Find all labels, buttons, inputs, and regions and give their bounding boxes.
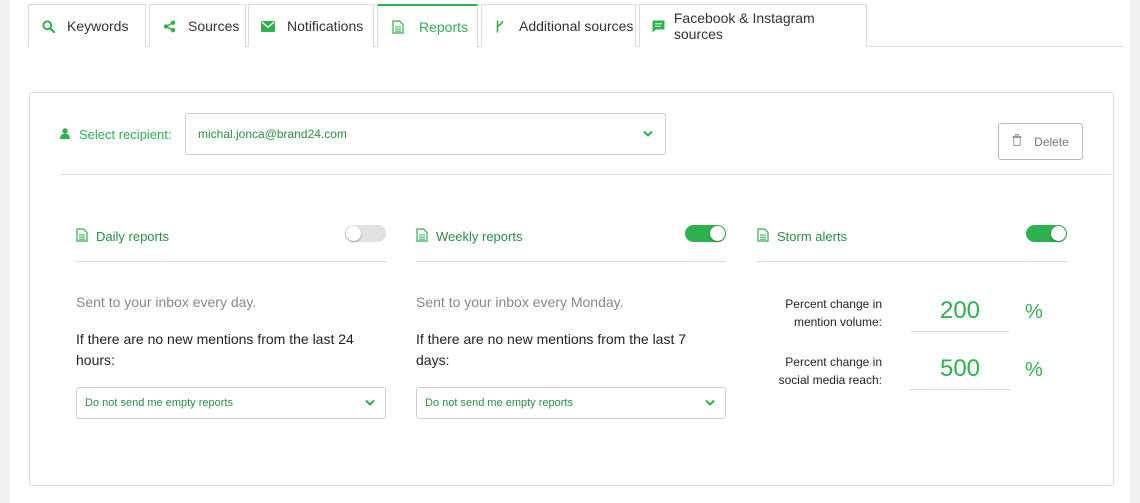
toggle-knob <box>710 226 725 241</box>
tab-sources[interactable]: Sources <box>149 4 246 47</box>
daily-reports-header: Daily reports <box>76 223 386 262</box>
mention-volume-row: Percent change in mention volume: 200 % <box>757 295 1067 339</box>
tab-additional-sources[interactable]: Additional sources <box>481 4 636 47</box>
toggle-knob <box>346 226 361 241</box>
weekly-condition: If there are no new mentions from the la… <box>416 331 687 368</box>
tab-reports[interactable]: Reports <box>377 4 478 48</box>
recipient-value: michal.jonca@brand24.com <box>198 127 347 141</box>
daily-description: Sent to your inbox every day. <box>76 294 257 310</box>
daily-reports-toggle[interactable] <box>345 225 386 242</box>
daily-condition: If there are no new mentions from the la… <box>76 331 354 368</box>
social-reach-label: Percent change in social media reach: <box>778 355 882 387</box>
percent-unit: % <box>1025 359 1043 381</box>
tab-label: Keywords <box>67 18 129 34</box>
recipient-label: Select recipient: <box>60 127 172 142</box>
toggle-knob <box>1051 226 1066 241</box>
tab-label: Reports <box>419 19 469 35</box>
weekly-reports-header: Weekly reports <box>416 223 726 262</box>
page: Keywords Sources Notifications Reports A… <box>10 0 1130 503</box>
storm-alerts-title: Storm alerts <box>757 228 847 245</box>
tab-keywords[interactable]: Keywords <box>28 4 146 47</box>
document-icon <box>416 228 428 245</box>
chat-icon <box>652 19 666 33</box>
tab-facebook-instagram-sources[interactable]: Facebook & Instagram sources <box>639 4 867 47</box>
weekly-description: Sent to your inbox every Monday. <box>416 294 624 310</box>
reports-panel: Select recipient: michal.jonca@brand24.c… <box>29 92 1114 486</box>
document-icon <box>391 20 405 34</box>
mention-volume-label: Percent change in mention volume: <box>785 297 882 329</box>
envelope-icon <box>261 19 275 33</box>
storm-alerts-header: Storm alerts <box>757 223 1067 262</box>
storm-alerts-section: Storm alerts Percent change in mention v… <box>757 223 1067 390</box>
daily-reports-section: Daily reports Sent to your inbox every d… <box>76 223 386 419</box>
tab-label: Facebook & Instagram sources <box>673 10 815 42</box>
tab-label: Sources <box>188 18 240 34</box>
tab-bar: Keywords Sources Notifications Reports A… <box>28 4 1124 48</box>
recipient-select[interactable]: michal.jonca@brand24.com <box>185 113 666 155</box>
fork-icon <box>493 19 507 33</box>
user-icon <box>60 127 70 142</box>
trash-icon <box>1012 134 1022 149</box>
share-icon <box>162 19 176 33</box>
tab-label: Additional sources <box>519 18 634 34</box>
divider <box>60 174 1111 175</box>
tab-notifications[interactable]: Notifications <box>248 4 374 47</box>
storm-alerts-toggle[interactable] <box>1026 225 1067 242</box>
weekly-reports-section: Weekly reports Sent to your inbox every … <box>416 223 726 419</box>
document-icon <box>757 228 769 245</box>
delete-button[interactable]: Delete <box>998 123 1083 160</box>
chevron-down-icon <box>705 397 715 409</box>
chevron-down-icon <box>643 126 653 140</box>
chevron-down-icon <box>365 397 375 409</box>
document-icon <box>76 228 88 245</box>
search-icon <box>41 19 55 33</box>
mention-volume-input[interactable]: 200 <box>910 295 1010 332</box>
social-reach-input[interactable]: 500 <box>910 353 1010 390</box>
delete-label: Delete <box>1034 134 1069 149</box>
weekly-reports-toggle[interactable] <box>685 225 726 242</box>
weekly-reports-title: Weekly reports <box>416 228 522 245</box>
social-reach-row: Percent change in social media reach: 50… <box>757 353 1067 397</box>
daily-reports-title: Daily reports <box>76 228 169 245</box>
daily-empty-report-select[interactable]: Do not send me empty reports <box>76 387 386 419</box>
weekly-empty-report-select[interactable]: Do not send me empty reports <box>416 387 726 419</box>
select-value: Do not send me empty reports <box>85 397 233 409</box>
select-value: Do not send me empty reports <box>425 397 573 409</box>
percent-unit: % <box>1025 301 1043 323</box>
tab-label: Notifications <box>287 18 364 34</box>
